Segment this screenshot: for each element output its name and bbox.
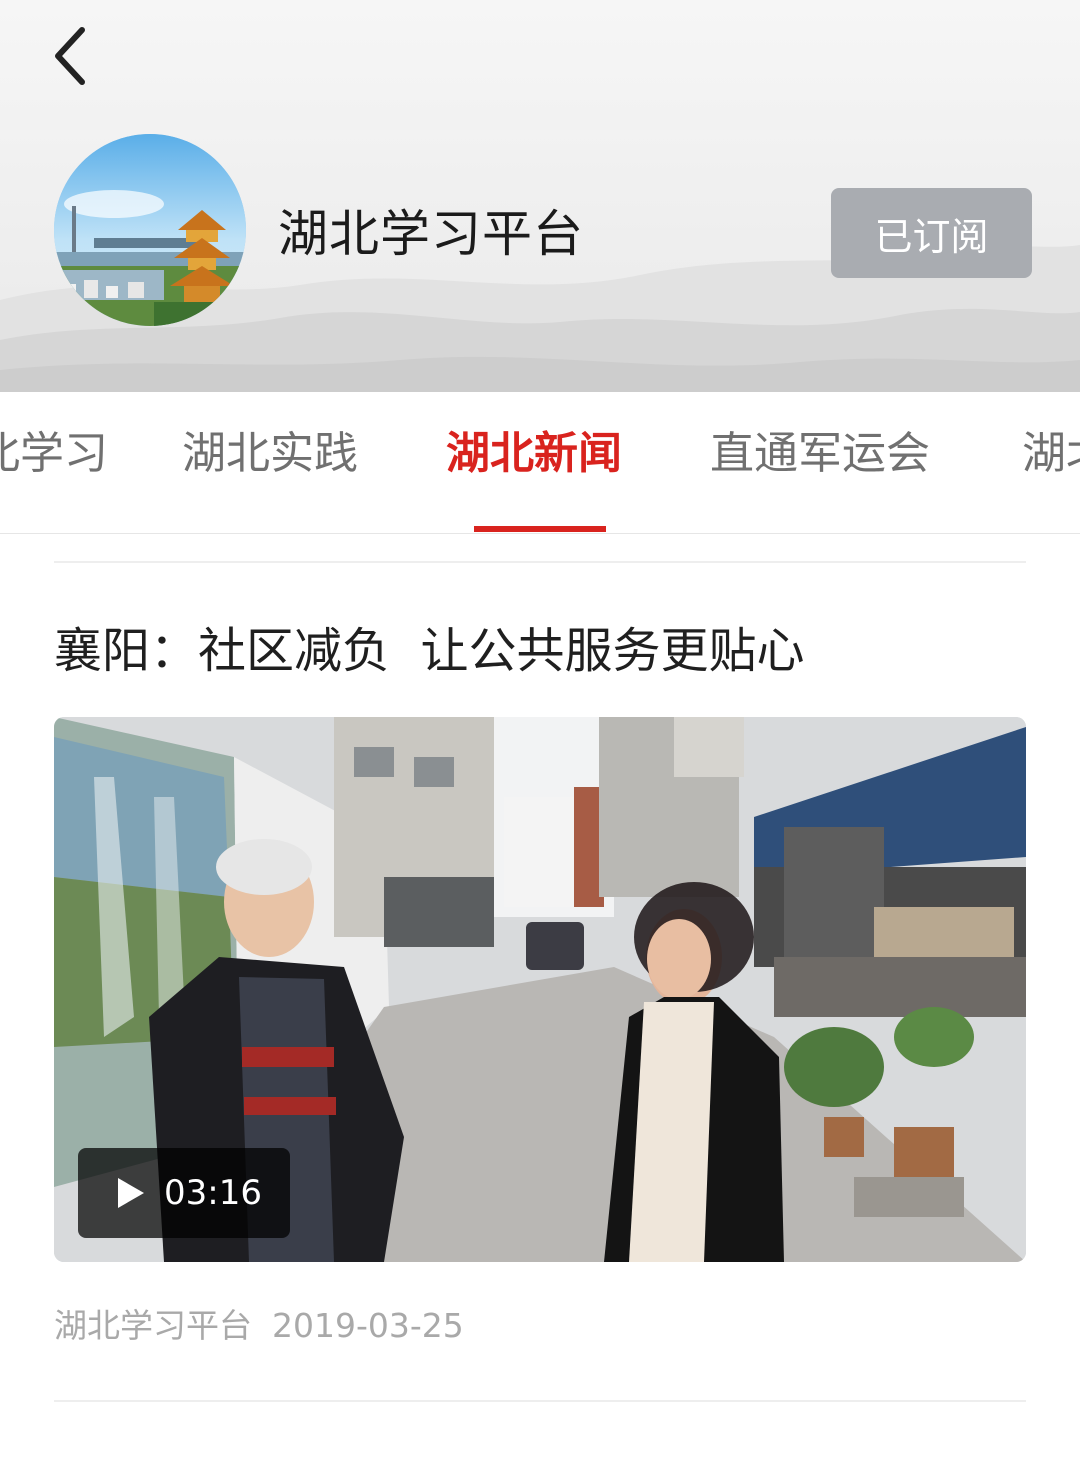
- article-title[interactable]: 襄阳：社区减负 让公共服务更贴心: [54, 616, 805, 686]
- chevron-left-icon: [55, 27, 85, 85]
- tab-hubei-study[interactable]: 北学习: [0, 426, 108, 482]
- channel-avatar[interactable]: [54, 134, 246, 326]
- article-meta: 湖北学习平台 2019-03-25: [54, 1304, 464, 1348]
- tab-hubei-news[interactable]: 湖北新闻: [446, 426, 622, 482]
- channel-tabs: 北学习 湖北实践 湖北新闻 直通军运会 湖北: [0, 392, 1080, 534]
- video-duration: 03:16: [164, 1173, 262, 1213]
- video-thumbnail[interactable]: 03:16: [54, 717, 1026, 1262]
- article-source: 湖北学习平台: [54, 1306, 252, 1345]
- tab-military-games[interactable]: 直通军运会: [710, 426, 930, 482]
- divider: [54, 561, 1026, 563]
- divider: [54, 1400, 1026, 1402]
- channel-title: 湖北学习平台: [278, 205, 584, 263]
- channel-header: 湖北学习平台 已订阅: [0, 0, 1080, 392]
- subscribed-button[interactable]: 已订阅: [831, 188, 1032, 278]
- tab-hubei-more[interactable]: 湖北: [1022, 426, 1080, 482]
- yellow-crane-tower-image: [54, 134, 246, 326]
- tab-hubei-practice[interactable]: 湖北实践: [182, 426, 358, 482]
- back-button[interactable]: [30, 16, 110, 96]
- video-duration-badge[interactable]: 03:16: [78, 1148, 290, 1238]
- article-date: 2019-03-25: [272, 1306, 464, 1345]
- play-icon: [118, 1178, 144, 1208]
- active-tab-indicator: [474, 526, 606, 532]
